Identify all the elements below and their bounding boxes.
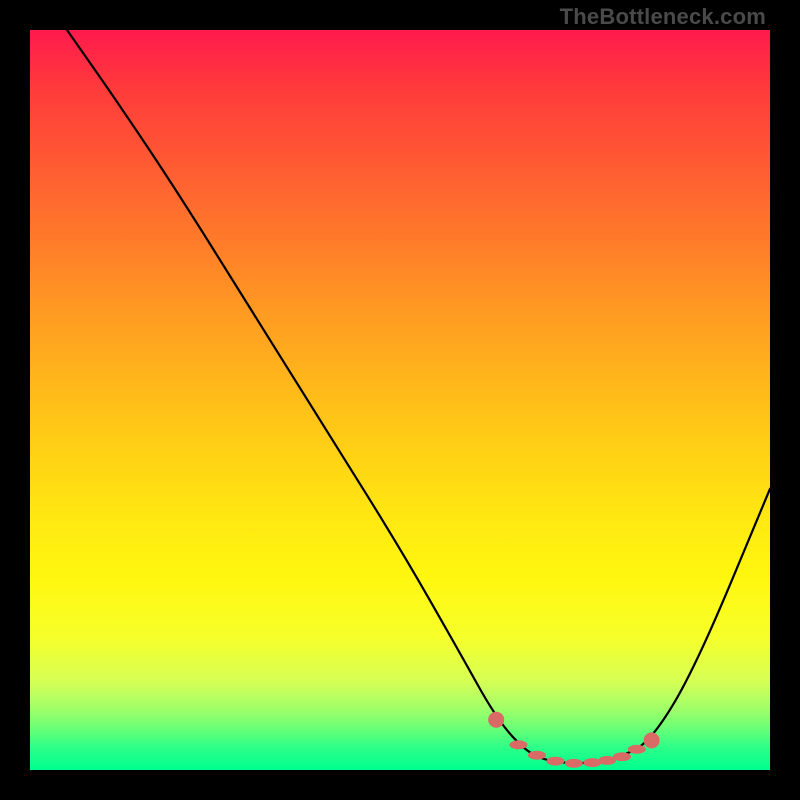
- bottleneck-marker: [628, 745, 646, 754]
- chart-frame: TheBottleneck.com: [0, 0, 800, 800]
- bottleneck-marker: [644, 732, 660, 748]
- bottleneck-marker: [528, 751, 546, 760]
- watermark-text: TheBottleneck.com: [560, 4, 766, 30]
- bottleneck-marker: [546, 757, 564, 766]
- bottleneck-marker-group: [488, 712, 659, 768]
- bottleneck-chart: [30, 30, 770, 770]
- bottleneck-marker: [488, 712, 504, 728]
- bottleneck-marker: [565, 759, 583, 768]
- bottleneck-marker: [509, 740, 527, 749]
- bottleneck-curve-line: [67, 30, 770, 763]
- bottleneck-marker: [613, 752, 631, 761]
